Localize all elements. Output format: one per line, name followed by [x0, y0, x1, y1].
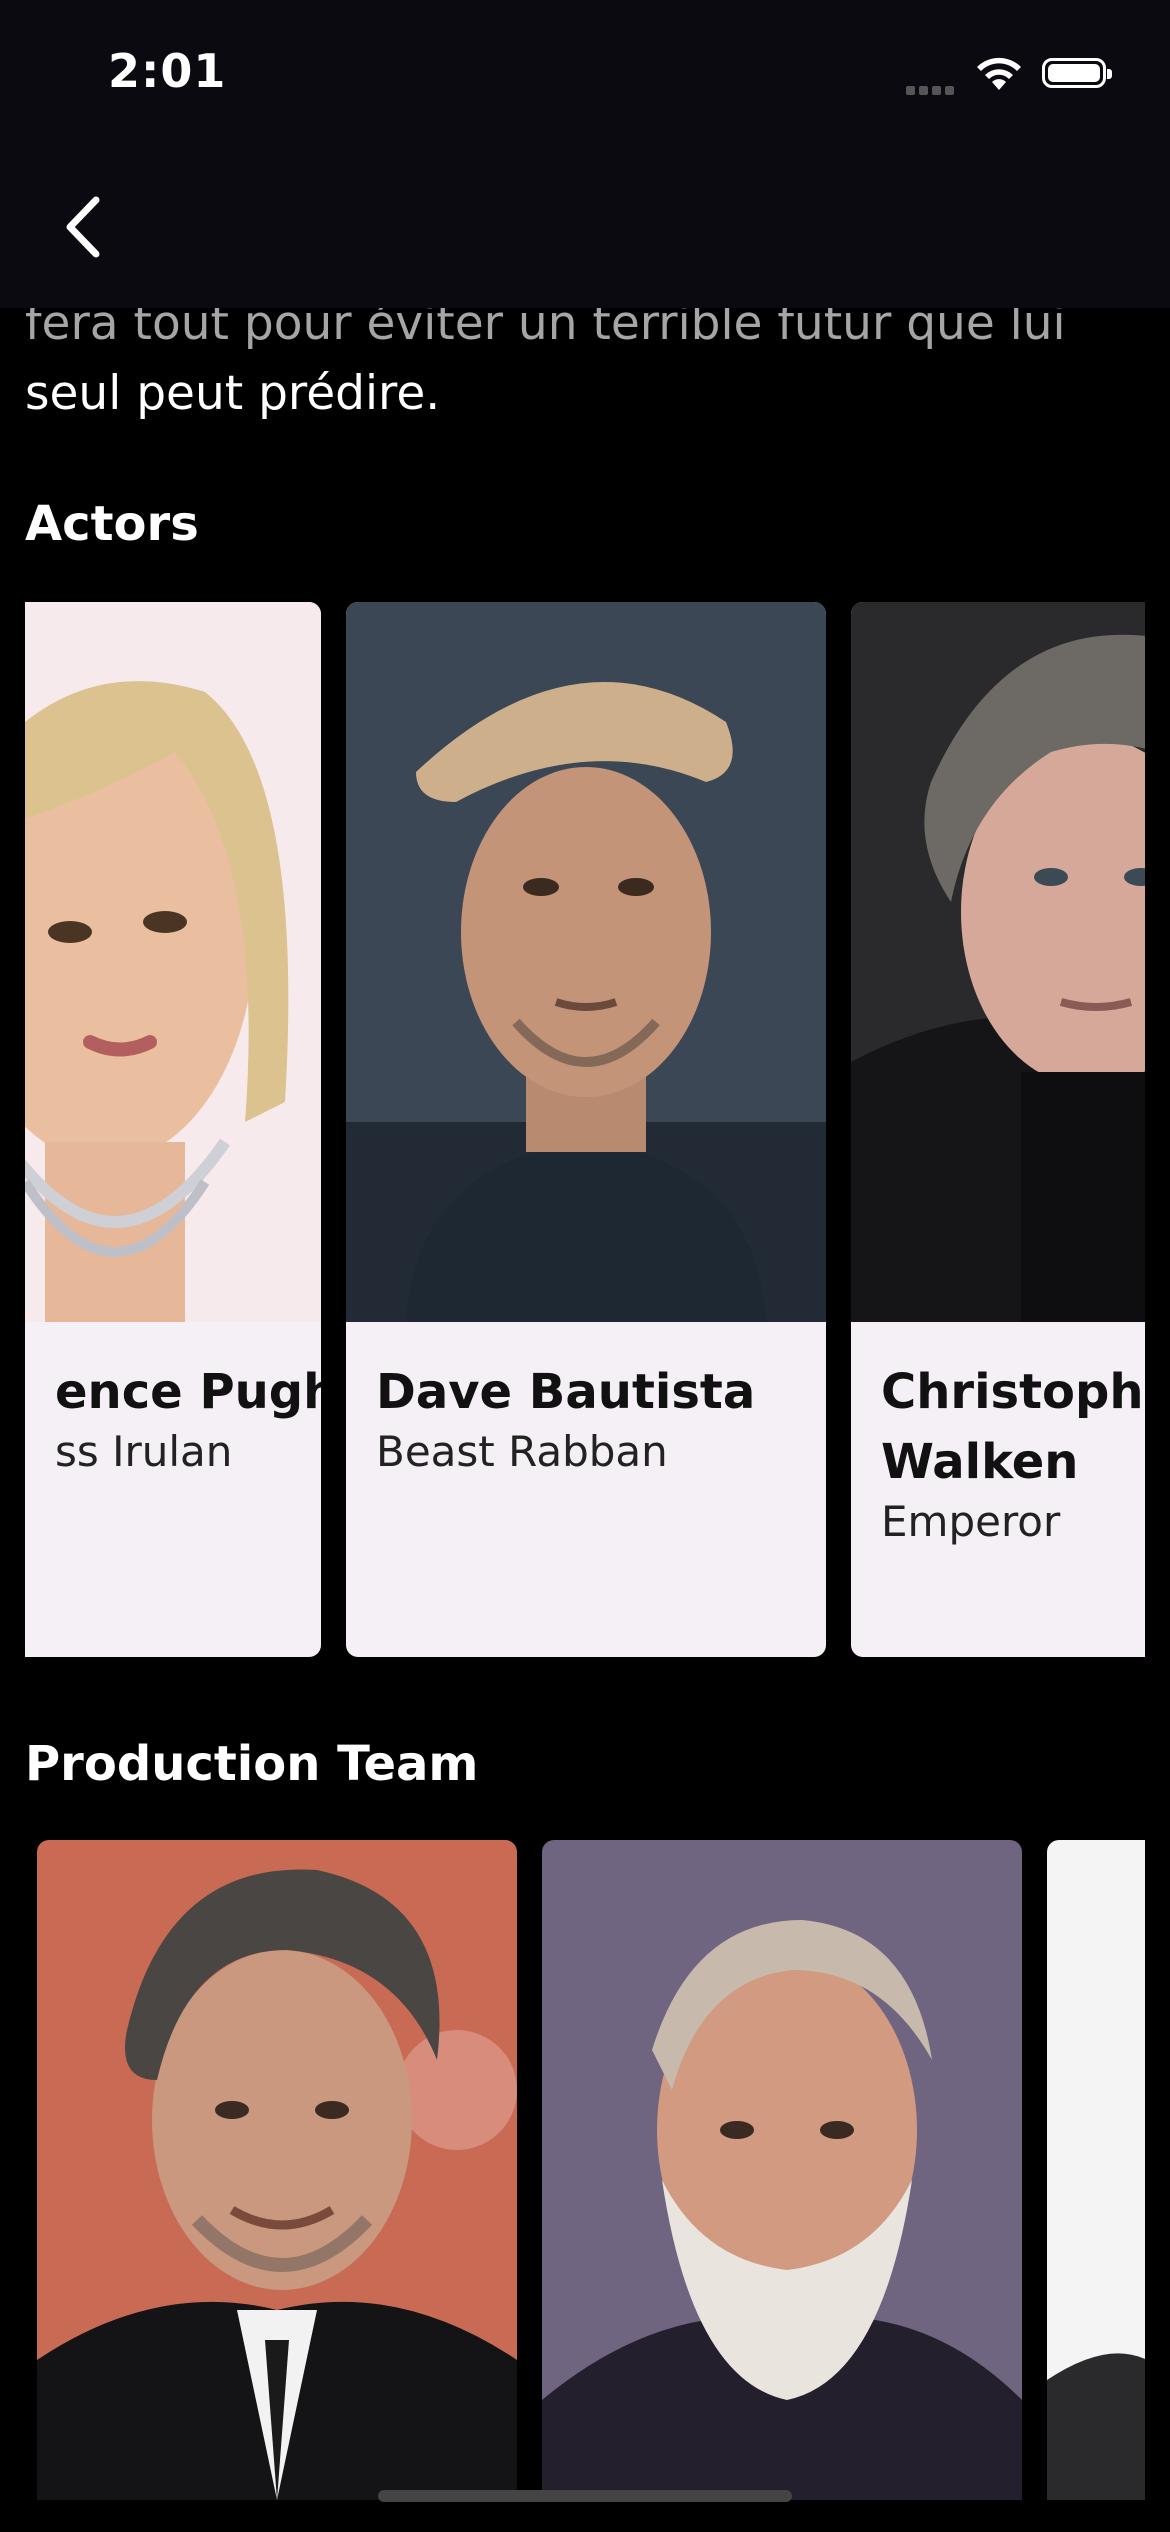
actor-card[interactable]: Dave Bautista Beast Rabban — [346, 602, 826, 1657]
actor-name: ence Pugh — [55, 1364, 321, 1420]
actors-section-title: Actors — [25, 496, 199, 552]
actor-role: ss Irulan — [55, 1427, 233, 1476]
production-carousel[interactable] — [25, 1840, 1145, 2500]
actor-name: Dave Bautista — [376, 1364, 756, 1420]
overview-text: seul peut prédire. — [25, 366, 441, 421]
battery-icon — [1042, 58, 1112, 88]
actor-role: Emperor — [881, 1497, 1061, 1546]
actor-photo — [346, 602, 826, 1322]
actor-photo — [851, 602, 1145, 1322]
actor-card[interactable]: ence Pugh ss Irulan — [25, 602, 321, 1657]
actor-name: Christopher Walken — [881, 1364, 1145, 1490]
production-section-title: Production Team — [25, 1736, 479, 1792]
chevron-left-icon — [66, 196, 100, 258]
crew-card[interactable] — [542, 1840, 1022, 2500]
actor-card[interactable]: Christopher Walken Emperor — [851, 602, 1145, 1657]
actor-role: Beast Rabban — [376, 1427, 668, 1476]
actors-carousel[interactable]: ence Pugh ss Irulan Dave Bautista Beast … — [25, 602, 1145, 1658]
crew-card[interactable] — [1047, 1840, 1145, 2500]
status-time: 2:01 — [108, 44, 227, 98]
crew-photo — [1047, 1840, 1145, 2500]
crew-photo — [542, 1840, 1022, 2500]
cellular-signal-icon — [906, 80, 960, 95]
actor-photo — [25, 602, 321, 1322]
back-button[interactable] — [58, 192, 118, 262]
crew-card[interactable] — [37, 1840, 517, 2500]
wifi-icon — [977, 57, 1021, 90]
nav-bar — [0, 150, 1170, 308]
status-bar: 2:01 — [0, 0, 1170, 150]
crew-photo — [37, 1840, 517, 2500]
home-indicator[interactable] — [378, 2490, 792, 2502]
